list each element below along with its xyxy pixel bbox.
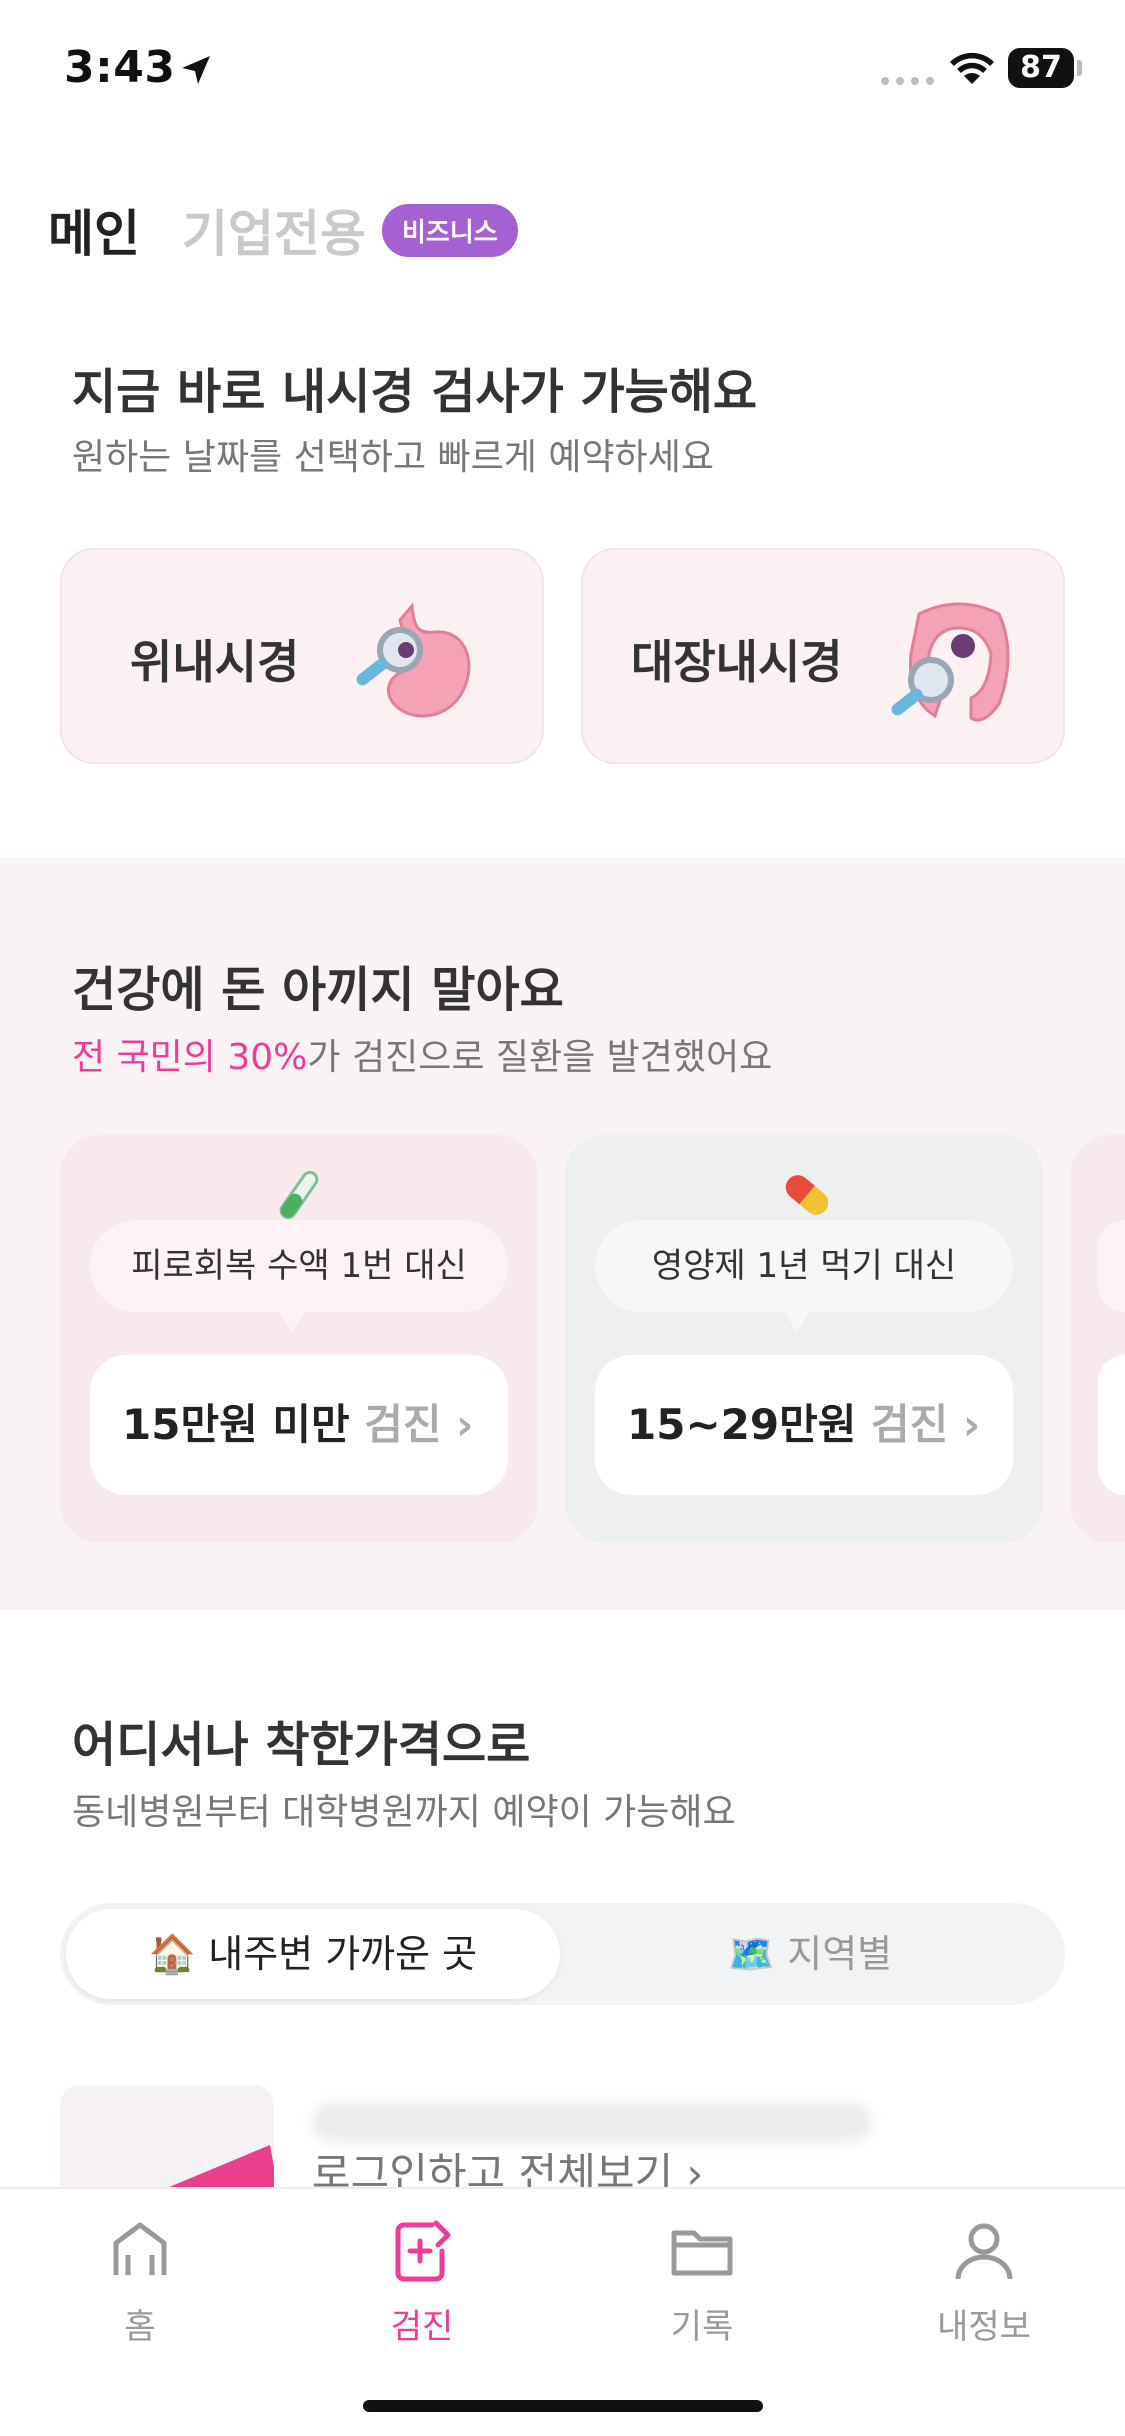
folder-icon xyxy=(671,2230,733,2276)
segment-region[interactable]: 🗺️ 지역별 xyxy=(560,1909,1060,1999)
affordable-title: 어디서나 착한가격으로 xyxy=(72,1717,531,1773)
colonoscopy-card[interactable]: 대장내시경 xyxy=(581,548,1065,764)
price-box[interactable]: 15만원 미만 검진 › xyxy=(90,1355,508,1495)
price-value: 15~29만원 xyxy=(627,1400,857,1449)
colon-icon xyxy=(891,602,1010,722)
battery-indicator: 87 xyxy=(1008,48,1074,88)
gastroscopy-label: 위내시경 xyxy=(130,635,300,689)
bottom-nav: 홈 검진 기록 내정보 xyxy=(0,2187,1125,2436)
savings-subtitle-accent: 전 국민의 30% xyxy=(72,1037,308,1078)
savings-subtitle-rest: 가 검진으로 질환을 발견했어요 xyxy=(307,1037,773,1078)
nav-home-label: 홈 xyxy=(124,2307,156,2347)
nav-records[interactable]: 기록 xyxy=(612,2215,792,2348)
price-card-under-15[interactable]: 피로회복 수액 1번 대신 15만원 미만 검진 › xyxy=(60,1135,538,1543)
nav-home[interactable]: 홈 xyxy=(50,2215,230,2348)
peek-bubble xyxy=(1098,1220,1125,1312)
nav-my-info-label: 내정보 xyxy=(937,2307,1031,2347)
endoscopy-title: 지금 바로 내시경 검사가 가능해요 xyxy=(72,364,758,420)
blurred-hospital-name xyxy=(312,2102,872,2142)
chevron-right-icon: › xyxy=(962,1400,981,1449)
person-icon xyxy=(955,2223,1013,2280)
price-card-15-29[interactable]: 영양제 1년 먹기 대신 15~29만원 검진 › xyxy=(565,1135,1043,1543)
price-card-bubble: 영양제 1년 먹기 대신 xyxy=(595,1220,1013,1312)
status-time: 3:43 xyxy=(64,42,176,93)
price-card-next-peek[interactable] xyxy=(1070,1135,1125,1543)
top-tabs: 메인 기업전용 비즈니스 xyxy=(48,195,518,265)
home-icon xyxy=(113,2222,167,2275)
bubble-tail xyxy=(783,1310,811,1332)
stomach-icon xyxy=(356,602,471,718)
colonoscopy-label: 대장내시경 xyxy=(631,635,843,689)
location-arrow-icon xyxy=(182,56,210,84)
home-indicator xyxy=(363,2400,763,2412)
battery-cap xyxy=(1077,60,1082,76)
status-bar: 3:43 87 xyxy=(0,0,1125,135)
gastroscopy-card[interactable]: 위내시경 xyxy=(60,548,544,764)
nav-checkup-label: 검진 xyxy=(390,2307,454,2347)
test-tube-icon xyxy=(279,1170,319,1220)
pill-icon xyxy=(785,1175,829,1215)
affordable-subtitle: 동네병원부터 대학병원까지 예약이 가능해요 xyxy=(72,1792,736,1833)
tab-corporate[interactable]: 기업전용 xyxy=(182,194,366,266)
nav-checkup[interactable]: 검진 xyxy=(332,2215,512,2348)
savings-title: 건강에 돈 아끼지 말아요 xyxy=(72,962,564,1018)
nav-records-label: 기록 xyxy=(670,2307,734,2347)
savings-subtitle: 전 국민의 30%가 검진으로 질환을 발견했어요 xyxy=(72,1028,772,1080)
checkup-icon xyxy=(395,2220,451,2282)
price-box[interactable]: 15~29만원 검진 › xyxy=(595,1355,1013,1495)
nav-my-info[interactable]: 내정보 xyxy=(894,2215,1074,2348)
tab-main[interactable]: 메인 xyxy=(48,194,140,266)
price-value: 15만원 미만 xyxy=(122,1400,350,1449)
chevron-right-icon: › xyxy=(456,1400,474,1449)
price-suffix: 검진 xyxy=(871,1400,949,1449)
signal-icon xyxy=(881,77,934,85)
peek-price-box xyxy=(1098,1355,1125,1495)
business-badge: 비즈니스 xyxy=(382,203,518,257)
location-segment-control: 🏠 내주변 가까운 곳 🗺️ 지역별 xyxy=(60,1903,1065,2005)
endoscopy-subtitle: 원하는 날짜를 선택하고 빠르게 예약하세요 xyxy=(72,437,714,478)
price-suffix: 검진 xyxy=(364,1400,442,1449)
bubble-tail xyxy=(278,1310,306,1332)
price-card-bubble: 피로회복 수액 1번 대신 xyxy=(90,1220,508,1312)
segment-nearby[interactable]: 🏠 내주변 가까운 곳 xyxy=(66,1909,560,1999)
wifi-icon xyxy=(950,52,994,84)
